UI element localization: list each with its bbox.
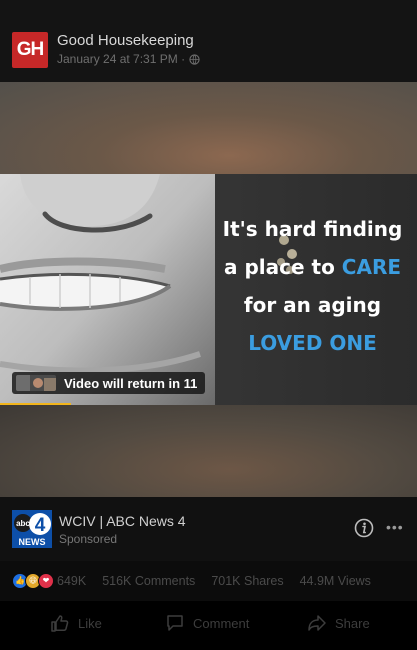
ad-headline: It's hard finding a place to CARE for an…: [208, 210, 417, 362]
ad-line-1: It's hard finding: [222, 217, 403, 241]
share-count[interactable]: 701K Shares: [211, 574, 283, 588]
video-blur-top: [0, 82, 417, 174]
page-logo[interactable]: GH: [12, 32, 48, 68]
sponsor-logo[interactable]: abc 4 NEWS: [12, 510, 52, 548]
sponsor-logo-number: 4: [35, 515, 46, 536]
ad-line-2-highlight: CARE: [341, 255, 401, 279]
video-return-badge[interactable]: Video will return in 11: [12, 372, 206, 394]
reaction-count[interactable]: 649K: [57, 574, 86, 588]
ad-line-4: LOVED ONE: [248, 331, 377, 355]
video-blur-bottom: [0, 405, 417, 497]
info-circle-icon[interactable]: [354, 518, 374, 538]
video-thumbnail-icon: [16, 375, 56, 391]
ad-line-3: for an aging: [243, 293, 382, 317]
sponsor-bar: abc 4 NEWS WCIV | ABC News 4 Sponsored •…: [0, 497, 417, 561]
ellipsis-icon[interactable]: •••: [386, 519, 404, 535]
post-timestamp[interactable]: January 24 at 7:31 PM ·: [57, 52, 185, 66]
sponsor-logo-abc: abc: [16, 519, 30, 528]
share-arrow-icon: [308, 615, 326, 631]
sponsor-name[interactable]: WCIV | ABC News 4: [59, 513, 186, 529]
sponsor-logo-news: NEWS: [19, 537, 46, 547]
ad-line-2: a place to CARE: [208, 248, 417, 286]
like-button[interactable]: Like: [50, 613, 102, 633]
video-return-text: Video will return in 11: [64, 375, 198, 391]
comment-label: Comment: [193, 615, 250, 631]
thumbs-up-icon: [51, 615, 69, 632]
post-header: GH Good Housekeeping January 24 at 7:31 …: [0, 0, 417, 82]
action-bar: Like Comment Share: [0, 601, 417, 650]
globe-icon: [189, 53, 200, 65]
engagement-stats: 👍 😆 ❤ 649K 516K Comments 701K Shares 44.…: [0, 561, 417, 601]
view-count: 44.9M Views: [299, 574, 371, 588]
love-reaction-icon: ❤: [38, 573, 54, 589]
video-player[interactable]: It's hard finding a place to CARE for an…: [0, 82, 417, 497]
reaction-icons[interactable]: 👍 😆 ❤: [12, 573, 54, 589]
ad-line-2-prefix: a place to: [224, 255, 342, 279]
comment-button[interactable]: Comment: [165, 613, 249, 633]
comment-count[interactable]: 516K Comments: [102, 574, 195, 588]
comment-icon: [167, 615, 183, 631]
share-button[interactable]: Share: [307, 613, 370, 633]
like-label: Like: [78, 615, 102, 631]
ad-frame[interactable]: It's hard finding a place to CARE for an…: [0, 174, 417, 405]
share-label: Share: [335, 615, 370, 631]
page-name[interactable]: Good Housekeeping: [57, 32, 194, 49]
post-meta: January 24 at 7:31 PM ·: [57, 52, 200, 66]
sponsored-label: Sponsored: [59, 532, 118, 546]
